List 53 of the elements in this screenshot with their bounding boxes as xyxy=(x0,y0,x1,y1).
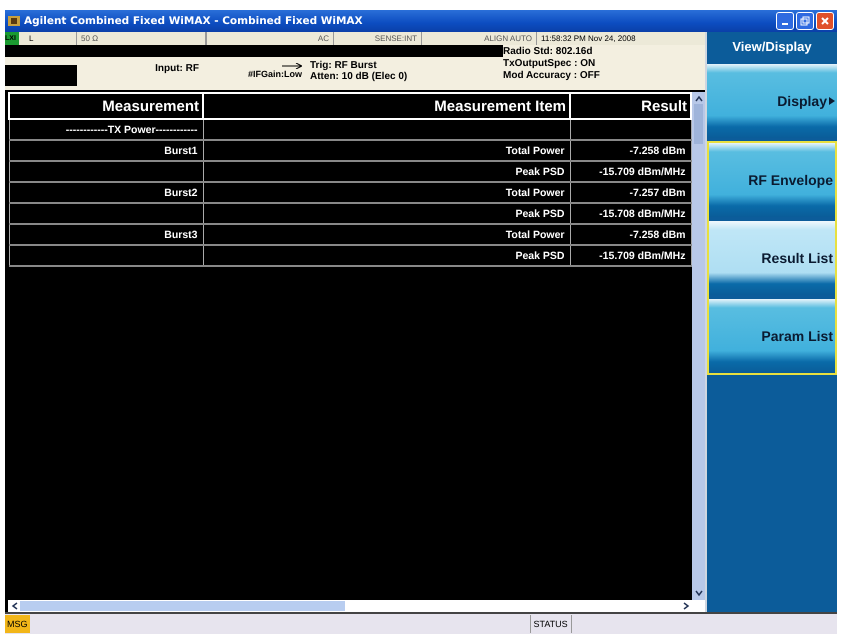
input-label: Input: RF xyxy=(155,63,199,76)
softkey-button[interactable]: Param List xyxy=(709,299,835,373)
table-cell: Burst1 xyxy=(164,144,198,156)
close-button[interactable] xyxy=(816,12,834,30)
minimize-button[interactable] xyxy=(776,12,794,30)
scroll-thumb[interactable] xyxy=(20,601,345,611)
status-label: STATUS xyxy=(530,615,572,633)
table-cell: -7.257 dBm xyxy=(629,186,686,198)
softkey-button[interactable]: RF Envelope xyxy=(709,143,835,217)
message-indicator: MSG xyxy=(5,615,30,633)
column-header: Measurement Item xyxy=(203,93,570,119)
table-cell: Total Power xyxy=(506,144,564,156)
table-cell: Peak PSD xyxy=(515,250,564,262)
table-cell: Burst2 xyxy=(164,186,198,198)
date-time: 11:58:32 PM Nov 24, 2008 xyxy=(540,33,637,45)
submenu-arrow-icon xyxy=(829,97,835,105)
radio-info: TxOutputSpec : ON xyxy=(503,58,596,70)
table-cell: Total Power xyxy=(506,228,564,240)
restore-icon xyxy=(800,16,810,26)
app-icon xyxy=(8,15,20,27)
scroll-down-icon[interactable] xyxy=(694,588,704,598)
table-cell: Peak PSD xyxy=(515,166,564,178)
column-header: Result xyxy=(570,93,691,119)
menu-title: View/Display xyxy=(731,38,813,56)
minimize-icon xyxy=(782,23,788,25)
restore-button[interactable] xyxy=(796,12,814,30)
softkey-button[interactable]: Display xyxy=(707,64,837,138)
table-cell: -7.258 dBm xyxy=(629,228,686,240)
radio-info: Radio Std: 802.16d xyxy=(503,46,594,58)
scroll-up-icon[interactable] xyxy=(694,94,704,104)
table-cell: ------------TX Power------------ xyxy=(66,124,198,136)
close-icon xyxy=(820,16,830,26)
table-cell: -7.258 dBm xyxy=(629,144,686,156)
arrow-icon xyxy=(282,63,302,69)
table-cell: Total Power xyxy=(506,186,564,198)
scroll-right-icon[interactable] xyxy=(681,601,691,611)
column-header: Measurement xyxy=(9,93,203,119)
scroll-thumb[interactable] xyxy=(694,104,703,144)
horizontal-scrollbar[interactable] xyxy=(8,600,705,612)
trigger-label: Trig: RF Burst xyxy=(310,60,378,71)
table-cell: -15.709 dBm/MHz xyxy=(599,250,686,262)
table-cell: Burst3 xyxy=(164,228,198,240)
table-cell: -15.708 dBm/MHz xyxy=(599,208,686,220)
softkey-button[interactable]: Result List xyxy=(709,221,835,295)
atten-label: Atten: 10 dB (Elec 0) xyxy=(310,71,408,82)
table-cell: Peak PSD xyxy=(515,208,564,220)
vertical-scrollbar[interactable] xyxy=(692,92,705,600)
window-title: Agilent Combined Fixed WiMAX - Combined Fixed WiMAX xyxy=(24,15,364,27)
scroll-left-icon[interactable] xyxy=(10,601,20,611)
radio-info: Mod Accuracy : OFF xyxy=(503,70,601,82)
table-cell: -15.709 dBm/MHz xyxy=(599,166,686,178)
if-gain-label: #IFGain:Low xyxy=(248,69,302,79)
blank-panel xyxy=(5,65,77,86)
